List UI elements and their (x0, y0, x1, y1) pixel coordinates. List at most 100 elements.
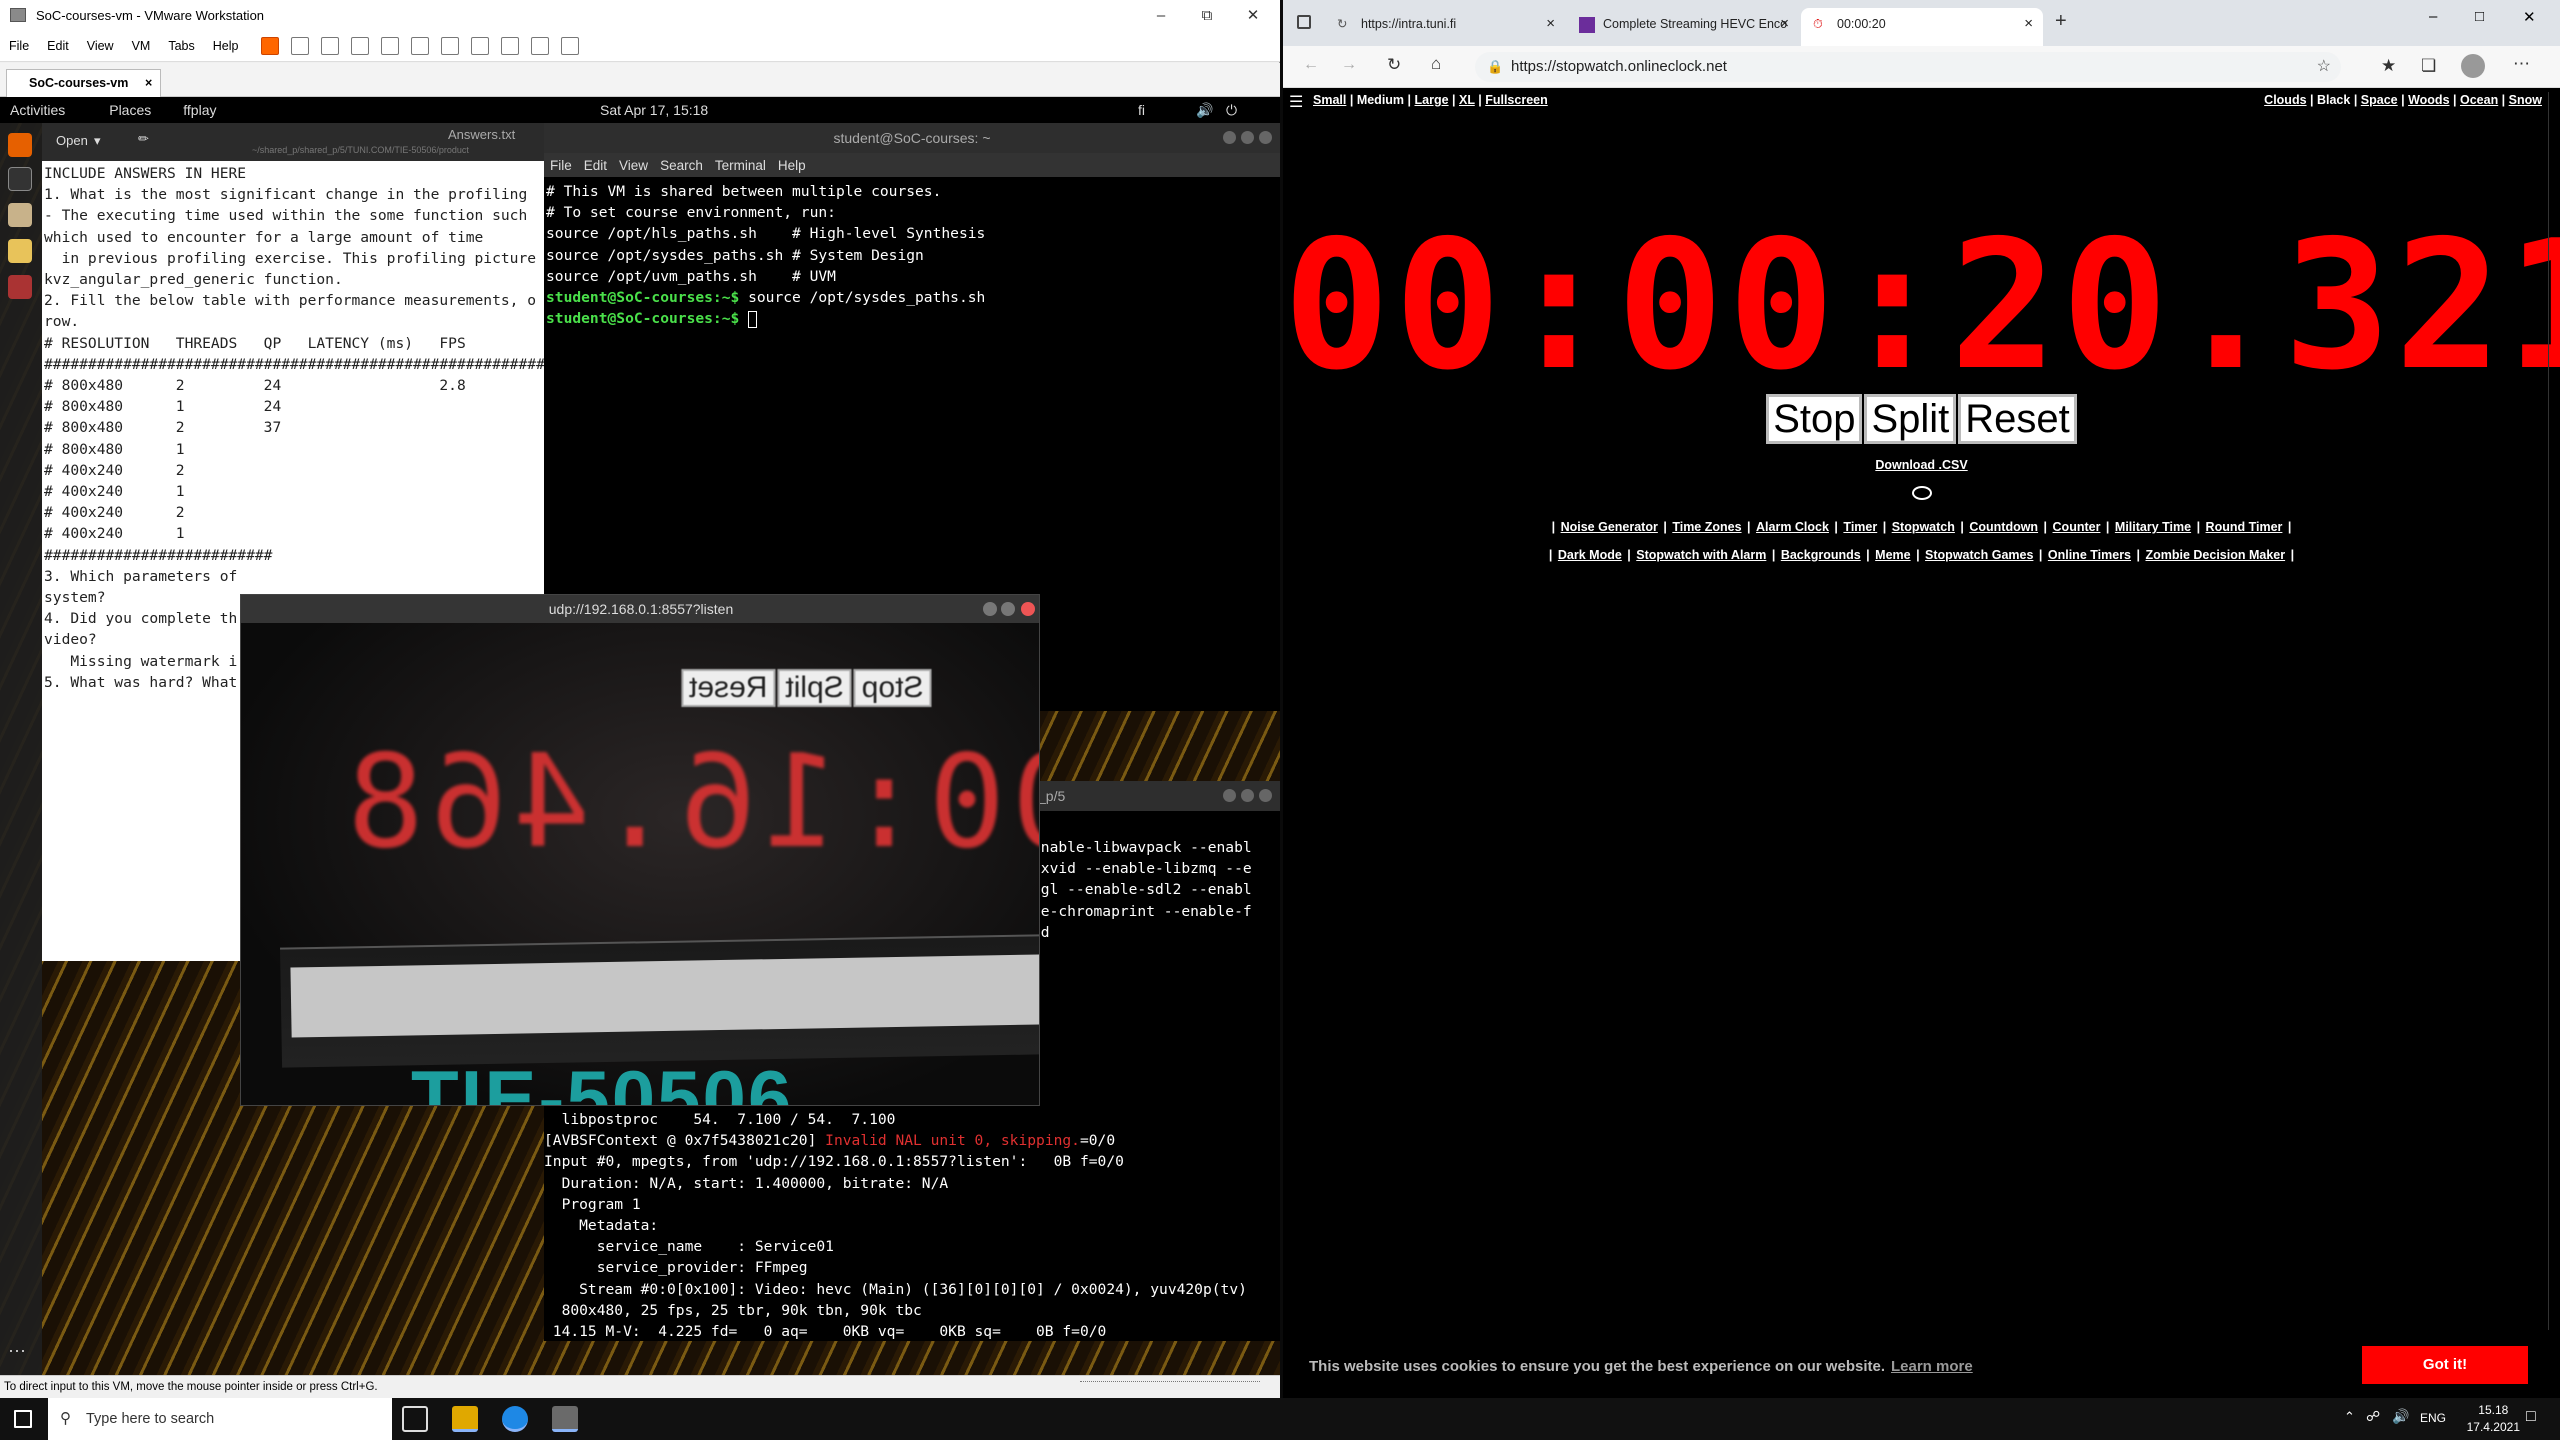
tool-link[interactable]: Noise Generator (1561, 520, 1658, 534)
guest-desktop[interactable]: Activities Places ffplay Sat Apr 17, 15:… (0, 97, 1280, 1375)
gnome-clock[interactable]: Sat Apr 17, 15:18 (600, 102, 708, 118)
tool-link[interactable]: Time Zones (1672, 520, 1741, 534)
vm-tab[interactable]: SoC-courses-vm × (6, 69, 162, 97)
terminal-menu-terminal[interactable]: Terminal (709, 158, 772, 173)
power-icon[interactable] (261, 36, 280, 55)
tool-link[interactable]: Alarm Clock (1756, 520, 1829, 534)
refresh-icon[interactable]: ↻ (1387, 55, 1401, 75)
tab-close-icon[interactable]: × (145, 70, 152, 96)
firefox-icon[interactable] (8, 133, 32, 157)
hide-eye-icon[interactable] (1912, 486, 1932, 500)
open-button[interactable]: Open (56, 133, 88, 148)
tool-link[interactable]: Backgrounds (1781, 548, 1861, 562)
fullscreen-icon[interactable] (471, 36, 490, 55)
power-menu-icon[interactable]: ⏻ (1226, 102, 1237, 119)
size-medium-link[interactable]: Medium (1357, 93, 1404, 107)
taskbar-search-box[interactable]: ⚲ Type here to search (48, 1398, 392, 1440)
add-favorite-icon[interactable]: ☆ (2317, 52, 2331, 82)
close-button[interactable]: ✕ (2523, 8, 2536, 26)
device-icons[interactable] (1080, 1381, 1260, 1393)
places-menu[interactable]: Places (99, 102, 161, 118)
app-menu[interactable]: ffplay (173, 102, 226, 118)
edge-taskbar-icon[interactable] (502, 1406, 528, 1432)
file-explorer-icon[interactable] (452, 1406, 478, 1432)
activities-button[interactable]: Activities (0, 102, 75, 118)
terminal-minimize-button[interactable] (1223, 131, 1236, 144)
ffmpeg-terminal-minimize-button[interactable] (1223, 789, 1236, 802)
size-xl-link[interactable]: XL (1459, 93, 1475, 107)
taskbar-clock[interactable]: 15.18 17.4.2021 (2467, 1402, 2520, 1436)
ffplay-maximize-button[interactable] (1001, 602, 1015, 616)
menu-vm[interactable]: VM (123, 39, 160, 53)
ffmpeg-terminal-close-button[interactable] (1259, 789, 1272, 802)
download-csv-link[interactable]: Download .CSV (1283, 458, 2560, 472)
terminal-menu-search[interactable]: Search (654, 158, 709, 173)
tab-actions-icon[interactable] (1297, 15, 1311, 29)
ffplay-minimize-button[interactable] (983, 602, 997, 616)
minimize-button[interactable]: – (2429, 8, 2437, 25)
page-scrollbar[interactable] (2548, 92, 2556, 1392)
terminal-maximize-button[interactable] (1241, 131, 1254, 144)
tab-close-icon[interactable]: × (1780, 8, 1789, 40)
new-document-icon[interactable]: ✏ (138, 131, 149, 147)
menu-icon[interactable]: ☰ (1289, 92, 1303, 112)
snapshot-icon[interactable] (321, 36, 340, 55)
start-windows-icon[interactable] (14, 1410, 32, 1428)
tool-link[interactable]: Stopwatch (1892, 520, 1955, 534)
profile-avatar[interactable] (2461, 54, 2485, 78)
snapshot-manager-icon[interactable] (381, 36, 400, 55)
tray-chevron-icon[interactable]: ⌃ (2344, 1409, 2355, 1425)
theme-space-link[interactable]: Space (2361, 93, 2398, 107)
ffplay-close-button[interactable] (1021, 602, 1035, 616)
files-icon[interactable] (8, 203, 32, 227)
tool-link[interactable]: Countdown (1969, 520, 2038, 534)
terminal-icon[interactable] (8, 167, 32, 191)
close-button[interactable]: ✕ (1230, 0, 1276, 30)
revert-snapshot-icon[interactable] (351, 36, 370, 55)
tool-link[interactable]: Stopwatch with Alarm (1636, 548, 1766, 562)
volume-icon[interactable]: 🔊 (2392, 1408, 2409, 1425)
size-small-link[interactable]: Small (1313, 93, 1346, 107)
tool-link[interactable]: Online Timers (2048, 548, 2131, 562)
fullscreen-link[interactable]: Fullscreen (1485, 93, 1548, 107)
menu-tabs[interactable]: Tabs (159, 39, 203, 53)
text-editor-icon[interactable] (8, 239, 32, 263)
notifications-icon[interactable]: □ (2526, 1408, 2536, 1426)
ffmpeg-terminal-maximize-button[interactable] (1241, 789, 1254, 802)
learn-more-link[interactable]: Learn more (1891, 1358, 1973, 1375)
network-icon[interactable]: ☍ (2366, 1408, 2380, 1425)
open-dropdown-icon[interactable]: ▾ (94, 133, 101, 149)
accept-cookies-button[interactable]: Got it! (2362, 1346, 2528, 1384)
theme-ocean-link[interactable]: Ocean (2460, 93, 2498, 107)
home-icon[interactable]: ⌂ (1431, 54, 1441, 74)
reset-button[interactable]: Reset (1958, 394, 2077, 444)
ffplay-video-frame[interactable]: Stop Split Reset 00:16.468 TIE-50506 (241, 623, 1039, 1105)
library-icon[interactable] (411, 36, 430, 55)
address-bar[interactable]: 🔒 https://stopwatch.onlineclock.net ☆ (1475, 52, 2341, 82)
favorites-icon[interactable]: ★ (2381, 56, 2396, 76)
task-view-icon[interactable] (402, 1406, 428, 1432)
tab-intra[interactable]: ↻ https://intra.tuni.fi × (1325, 8, 1565, 46)
tool-link[interactable]: Dark Mode (1558, 548, 1622, 562)
tool-link[interactable]: Meme (1875, 548, 1910, 562)
stretch-icon[interactable] (561, 36, 580, 55)
terminal-close-button[interactable] (1259, 131, 1272, 144)
tab-close-icon[interactable]: × (1546, 8, 1555, 40)
back-icon[interactable]: ← (1303, 56, 1319, 74)
vmware-taskbar-icon[interactable] (552, 1406, 578, 1432)
ffplay-window[interactable]: udp://192.168.0.1:8557?listen Stop Split… (240, 594, 1040, 1106)
terminal-menu-file[interactable]: File (544, 158, 578, 173)
collections-icon[interactable]: ❏ (2421, 56, 2436, 76)
tool-link[interactable]: Round Timer (2206, 520, 2283, 534)
send-ctrl-alt-del-icon[interactable] (291, 36, 310, 55)
tool-link[interactable]: Stopwatch Games (1925, 548, 2033, 562)
input-language[interactable]: fi (1138, 102, 1145, 118)
settings-more-icon[interactable]: ⋯ (2513, 54, 2530, 74)
terminal-current-line[interactable]: student@SoC-courses:~$ (546, 308, 985, 329)
thumbnail-bar-icon[interactable] (441, 36, 460, 55)
maximize-button[interactable]: □ (2475, 8, 2484, 25)
menu-view[interactable]: View (78, 39, 123, 53)
tool-link[interactable]: Timer (1843, 520, 1877, 534)
tab-stopwatch[interactable]: ⏱ 00:00:20 × (1801, 8, 2043, 46)
unity-icon[interactable] (501, 36, 520, 55)
